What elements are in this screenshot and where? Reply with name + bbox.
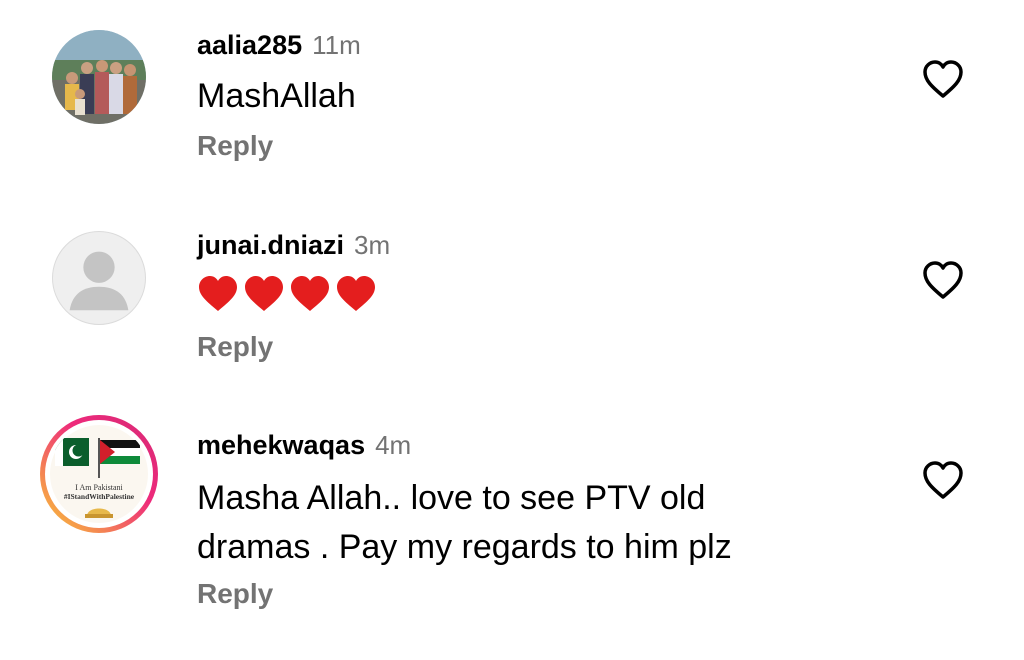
avatar[interactable] <box>52 231 146 325</box>
heart-outline-icon[interactable] <box>922 260 964 300</box>
default-user-avatar <box>69 251 129 311</box>
comment-text: MashAllah <box>197 77 356 115</box>
username[interactable]: mehekwaqas <box>197 430 365 461</box>
username[interactable]: aalia285 <box>197 30 302 61</box>
red-heart-icon <box>337 276 375 311</box>
comment-meta: aalia285 11m <box>197 30 361 61</box>
story-ring[interactable]: I Am Pakistani #IStandWithPalestine <box>40 415 158 533</box>
comment-meta: mehekwaqas 4m <box>197 430 411 461</box>
reply-button[interactable]: Reply <box>197 578 273 610</box>
avatar-caption: I Am Pakistani <box>75 483 123 492</box>
pakistan-palestine-avatar: I Am Pakistani #IStandWithPalestine <box>50 425 148 523</box>
comment-meta: junai.dniazi 3m <box>197 230 390 261</box>
timestamp: 4m <box>375 430 412 460</box>
comment-text <box>197 274 377 314</box>
avatar-caption: #IStandWithPalestine <box>64 492 135 501</box>
timestamp: 11m <box>312 30 361 60</box>
comment-text-line: dramas . Pay my regards to him plz <box>197 528 732 566</box>
reply-button[interactable]: Reply <box>197 130 273 162</box>
heart-outline-icon[interactable] <box>922 460 964 500</box>
reply-button[interactable]: Reply <box>197 331 273 363</box>
comment-text-line: Masha Allah.. love to see PTV old <box>197 479 706 517</box>
red-heart-icon <box>199 276 237 311</box>
heart-outline-icon[interactable] <box>922 59 964 99</box>
comment-text: Masha Allah.. love to see PTV old dramas… <box>197 474 732 572</box>
timestamp: 3m <box>354 230 391 260</box>
username[interactable]: junai.dniazi <box>197 230 344 261</box>
red-heart-icon <box>245 276 283 311</box>
family-photo-avatar <box>52 30 146 124</box>
red-heart-icon <box>291 276 329 311</box>
avatar[interactable] <box>52 30 146 124</box>
